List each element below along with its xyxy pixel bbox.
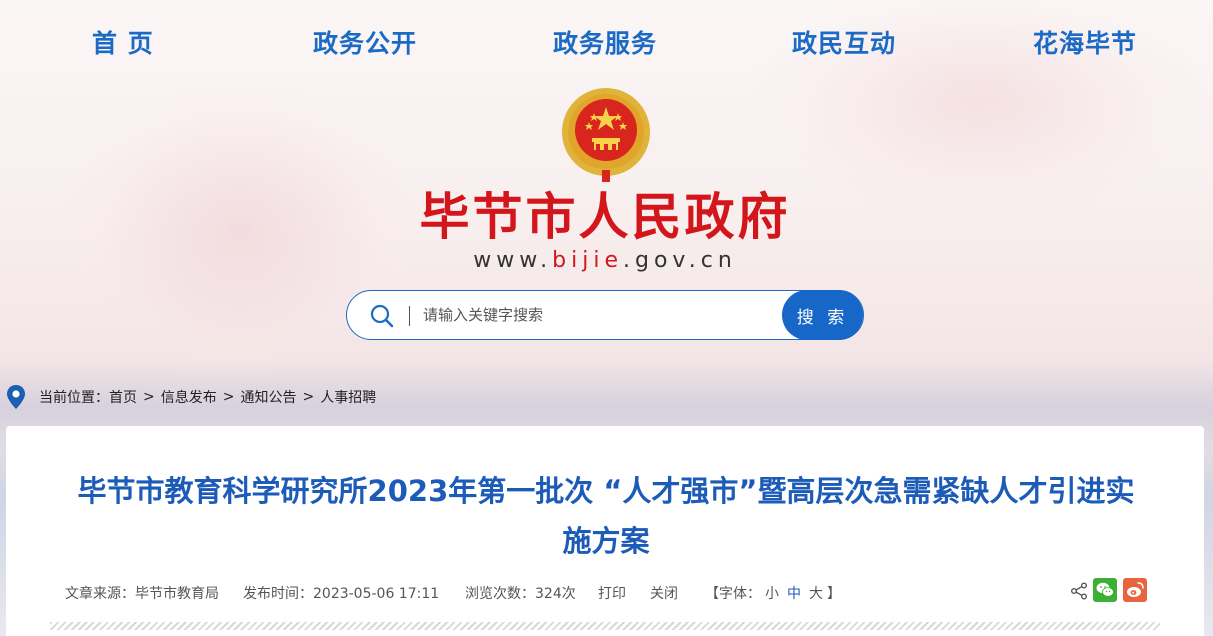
wechat-icon bbox=[1096, 582, 1114, 597]
font-size-selector: 【字体：小中大】 bbox=[705, 583, 841, 603]
article-publish-time: 发布时间：2023-05-06 17:11 bbox=[243, 586, 440, 602]
nav-flower-sea-bijie[interactable]: 花海毕节 bbox=[1033, 24, 1137, 64]
site-title: 毕节市人民政府 bbox=[419, 187, 791, 246]
search-input[interactable] bbox=[423, 299, 723, 331]
location-pin-icon bbox=[7, 385, 25, 409]
breadcrumb-separator: > bbox=[143, 389, 155, 405]
site-url-prefix: www. bbox=[473, 248, 553, 273]
search-icon bbox=[370, 304, 394, 328]
breadcrumb-separator: > bbox=[222, 389, 235, 405]
article-view-count: 浏览次数：324次 bbox=[465, 586, 576, 602]
article-title-line-1: 毕节市教育科学研究所2023年第一批次 “人才强市”暨高层次急需紧缺人才引进实 bbox=[77, 474, 1135, 508]
wechat-share-button[interactable] bbox=[1093, 578, 1117, 602]
font-size-medium[interactable]: 中 bbox=[787, 586, 801, 602]
national-emblem-icon bbox=[562, 88, 650, 182]
breadcrumb-recruitment[interactable]: 人事招聘 bbox=[320, 387, 376, 407]
font-size-small[interactable]: 小 bbox=[765, 586, 779, 602]
article-title-line-2: 施方案 bbox=[562, 524, 650, 558]
breadcrumb-info-release[interactable]: 信息发布 bbox=[161, 387, 217, 407]
font-size-suffix: 】 bbox=[827, 586, 841, 602]
search-bar: 搜 索 bbox=[346, 290, 864, 340]
breadcrumb-notices[interactable]: 通知公告 bbox=[240, 387, 296, 407]
weibo-share-button[interactable] bbox=[1123, 578, 1147, 602]
nav-government-services[interactable]: 政务服务 bbox=[553, 24, 657, 64]
nav-home[interactable]: 首 页 bbox=[92, 24, 154, 64]
print-button[interactable]: 打印 bbox=[598, 583, 626, 603]
nav-public-interaction[interactable]: 政民互动 bbox=[792, 24, 896, 64]
top-nav: 首 页 政务公开 政务服务 政民互动 花海毕节 bbox=[0, 24, 1213, 64]
font-size-prefix: 【字体： bbox=[705, 586, 761, 602]
breadcrumb-prefix: 当前位置： bbox=[39, 390, 109, 406]
nav-government-affairs-public[interactable]: 政务公开 bbox=[313, 24, 417, 64]
site-url-suffix: .gov.cn bbox=[623, 248, 737, 273]
article-source: 文章来源：毕节市教育局 bbox=[65, 586, 219, 602]
article-title: 毕节市教育科学研究所2023年第一批次 “人才强市”暨高层次急需紧缺人才引进实 … bbox=[46, 466, 1166, 566]
divider bbox=[50, 622, 1160, 630]
search-button[interactable]: 搜 索 bbox=[782, 290, 863, 340]
breadcrumb: 当前位置： 首页 > 信息发布 > 通知公告 > 人事招聘 bbox=[6, 384, 376, 410]
share-icon[interactable] bbox=[1070, 582, 1088, 600]
breadcrumb-home[interactable]: 首页 bbox=[109, 387, 137, 407]
article-card: 毕节市教育科学研究所2023年第一批次 “人才强市”暨高层次急需紧缺人才引进实 … bbox=[6, 426, 1204, 636]
site-url-highlight: bijie bbox=[552, 248, 624, 273]
site-url: www.bijie.gov.cn bbox=[380, 246, 830, 276]
font-size-large[interactable]: 大 bbox=[809, 586, 823, 602]
close-button[interactable]: 关闭 bbox=[650, 583, 678, 603]
search-divider bbox=[409, 306, 410, 326]
breadcrumb-separator: > bbox=[302, 389, 315, 405]
weibo-icon bbox=[1127, 582, 1144, 597]
